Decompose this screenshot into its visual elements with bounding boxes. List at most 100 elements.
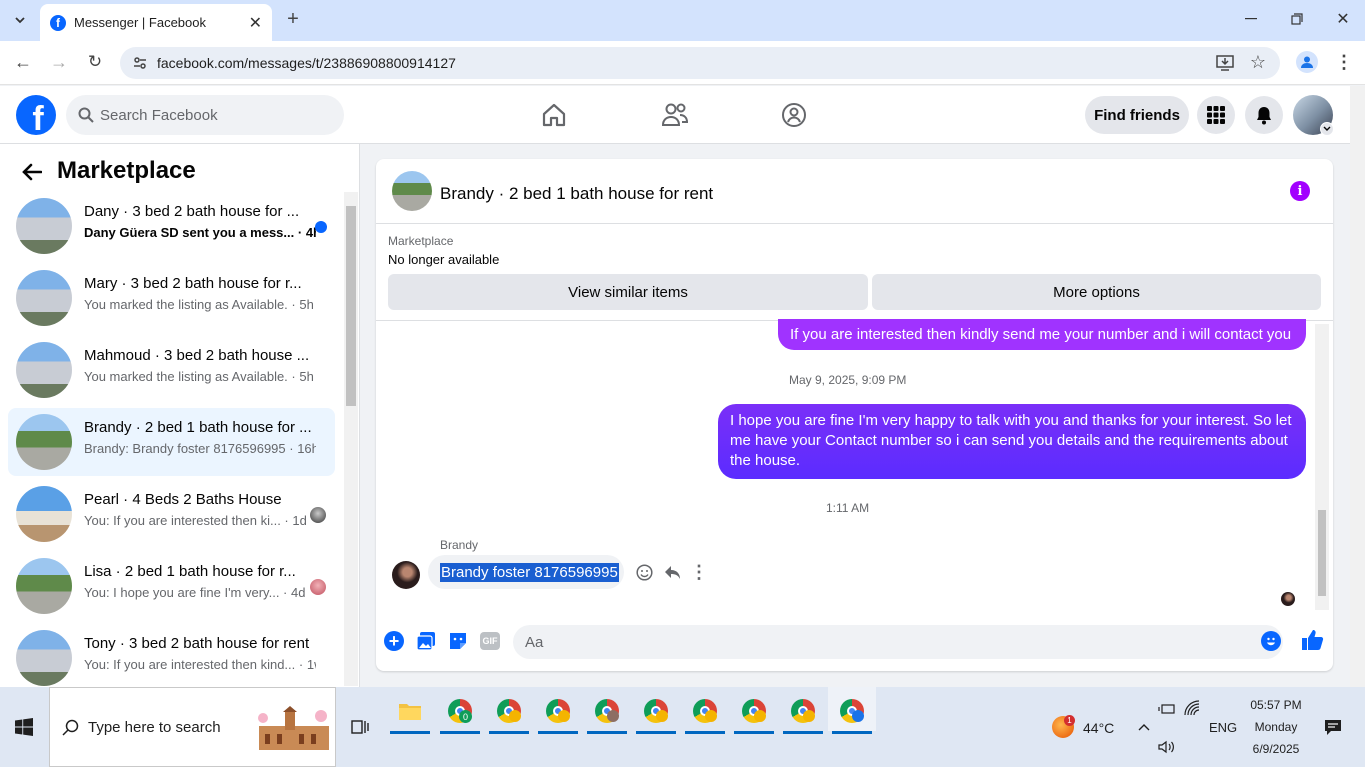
find-friends-button[interactable]: Find friends — [1085, 96, 1189, 134]
incoming-message-text[interactable]: Brandy foster 8176596995 — [440, 563, 619, 582]
outgoing-message[interactable]: If you are interested then kindly send m… — [778, 319, 1306, 350]
preview-text: You: I hope you are fine I'm very... — [84, 585, 280, 600]
language-indicator[interactable]: ENG — [1209, 720, 1237, 735]
forward-icon[interactable]: → — [48, 51, 70, 73]
facebook-logo[interactable]: f — [16, 95, 56, 135]
listing-thumbnail — [16, 414, 72, 470]
close-window-icon[interactable]: ✕ — [1332, 8, 1354, 30]
message-composer-input[interactable]: Aa — [513, 625, 1283, 659]
chrome-taskbar-icon[interactable] — [587, 695, 627, 734]
divider — [376, 223, 1333, 224]
preview-time: 16h — [297, 441, 316, 456]
more-actions-icon[interactable]: ⋮ — [690, 562, 708, 582]
react-smiley-icon[interactable] — [635, 563, 653, 581]
restore-icon[interactable] — [1286, 8, 1308, 30]
weather-temperature[interactable]: 44°C — [1083, 720, 1114, 736]
active-indicator — [685, 731, 725, 734]
bookmark-star-icon[interactable]: ☆ — [1248, 52, 1268, 72]
browser-tab[interactable]: f Messenger | Facebook ✕ — [40, 4, 272, 41]
task-view-icon[interactable] — [350, 717, 370, 737]
add-attachment-icon[interactable]: + — [384, 631, 404, 651]
listing-thumbnail — [16, 270, 72, 326]
conversation-title: Tony · 3 bed 2 bath house for rent — [84, 635, 310, 652]
back-arrow-icon[interactable] — [20, 160, 44, 184]
clock-time[interactable]: 05:57 PM — [1244, 698, 1308, 712]
new-tab-icon[interactable]: + — [282, 8, 304, 30]
minimize-icon[interactable] — [1240, 8, 1262, 30]
sticker-icon[interactable] — [448, 631, 468, 651]
preview-text: You marked the listing as Available. — [84, 297, 288, 312]
list-scrollbar-thumb[interactable] — [346, 206, 356, 406]
volume-icon[interactable] — [1158, 739, 1176, 755]
file-explorer-icon[interactable] — [390, 695, 430, 734]
groups-icon[interactable] — [780, 101, 808, 129]
more-options-button[interactable]: More options — [872, 274, 1321, 310]
chrome-taskbar-icon[interactable] — [734, 695, 774, 734]
conversation-preview: Brandy: Brandy foster 8176596995 · 16h — [84, 441, 316, 456]
page-scrollbar[interactable] — [1350, 86, 1365, 687]
tab-search-icon[interactable] — [8, 8, 32, 32]
notification-center-icon[interactable] — [1323, 717, 1343, 737]
photo-icon[interactable] — [416, 631, 436, 651]
chat-header-title[interactable]: Brandy · 2 bed 1 bath house for rent — [440, 184, 713, 204]
clock-date[interactable]: 6/9/2025 — [1244, 742, 1308, 756]
clock-day[interactable]: Monday — [1244, 720, 1308, 734]
chrome-taskbar-icon[interactable] — [783, 695, 823, 734]
chrome-taskbar-icon[interactable] — [685, 695, 725, 734]
sender-avatar[interactable] — [392, 561, 420, 589]
reply-icon[interactable] — [663, 563, 681, 581]
chat-scrollbar[interactable] — [1315, 324, 1329, 610]
outgoing-message[interactable]: I hope you are fine I'm very happy to ta… — [718, 404, 1306, 479]
conversation-item-pearl[interactable]: Pearl · 4 Beds 2 Baths House You: If you… — [8, 480, 335, 548]
unread-dot — [315, 221, 327, 233]
friends-icon[interactable] — [660, 101, 690, 129]
view-similar-items-button[interactable]: View similar items — [388, 274, 868, 310]
account-chevron-down-icon[interactable] — [1320, 122, 1334, 136]
emoji-icon[interactable] — [1261, 631, 1281, 651]
wifi-icon[interactable] — [1184, 699, 1202, 717]
like-thumbs-up-icon[interactable] — [1300, 628, 1324, 652]
conversation-item-brandy[interactable]: Brandy · 2 bed 1 bath house for ... Bran… — [8, 408, 335, 476]
close-tab-icon[interactable]: ✕ — [249, 13, 262, 33]
profile-icon[interactable] — [1296, 51, 1318, 73]
preview-text: You marked the listing as Available. — [84, 369, 288, 384]
conversation-item-mahmoud[interactable]: Mahmoud · 3 bed 2 bath house ... You mar… — [8, 336, 335, 404]
chat-panel: Brandy · 2 bed 1 bath house for rent i M… — [376, 159, 1333, 671]
install-app-icon[interactable] — [1215, 53, 1235, 73]
facebook-search-input[interactable]: Search Facebook — [66, 95, 344, 135]
chrome-taskbar-icon[interactable] — [538, 695, 578, 734]
browser-menu-icon[interactable]: ⋮ — [1334, 51, 1354, 73]
conversation-item-tony[interactable]: Tony · 3 bed 2 bath house for rent You: … — [8, 624, 335, 687]
notifications-bell-icon[interactable] — [1245, 96, 1283, 134]
search-placeholder: Search Facebook — [100, 106, 218, 124]
chrome-taskbar-icon[interactable] — [636, 695, 676, 734]
active-indicator — [783, 731, 823, 734]
chrome-profile-badge — [509, 710, 521, 722]
windows-start-icon[interactable] — [14, 717, 34, 737]
listing-thumbnail — [16, 558, 72, 614]
home-icon[interactable] — [540, 101, 568, 129]
preview-time: 1w — [306, 657, 316, 672]
site-info-icon[interactable] — [132, 55, 148, 71]
conversation-preview: Dany Güera SD sent you a mess... · 4h — [84, 225, 316, 240]
chat-listing-avatar[interactable] — [392, 171, 432, 211]
list-scrollbar[interactable] — [344, 192, 358, 686]
reload-icon[interactable]: ↻ — [84, 51, 106, 73]
conversation-item-dany[interactable]: Dany · 3 bed 2 bath house for ... Dany G… — [8, 192, 335, 260]
taskbar-search-box[interactable]: Type here to search — [49, 687, 336, 767]
marketplace-label: Marketplace — [388, 234, 454, 248]
address-bar[interactable]: facebook.com/messages/t/2388690880091412… — [120, 47, 1280, 79]
chrome-taskbar-icon[interactable]: 0 — [440, 695, 480, 734]
conversation-item-mary[interactable]: Mary · 3 bed 2 bath house for r... You m… — [8, 264, 335, 332]
active-indicator — [390, 731, 430, 734]
chat-scrollbar-thumb[interactable] — [1318, 510, 1326, 596]
tray-chevron-up-icon[interactable] — [1136, 717, 1152, 737]
chrome-taskbar-icon[interactable] — [489, 695, 529, 734]
gif-icon[interactable]: GIF — [480, 632, 500, 650]
info-icon[interactable]: i — [1290, 181, 1310, 201]
conversation-item-lisa[interactable]: Lisa · 2 bed 1 bath house for r... You: … — [8, 552, 335, 620]
menu-grid-icon[interactable] — [1197, 96, 1235, 134]
back-icon[interactable]: ← — [12, 51, 34, 73]
battery-icon[interactable] — [1158, 701, 1176, 717]
chrome-taskbar-icon-active[interactable] — [832, 695, 872, 734]
